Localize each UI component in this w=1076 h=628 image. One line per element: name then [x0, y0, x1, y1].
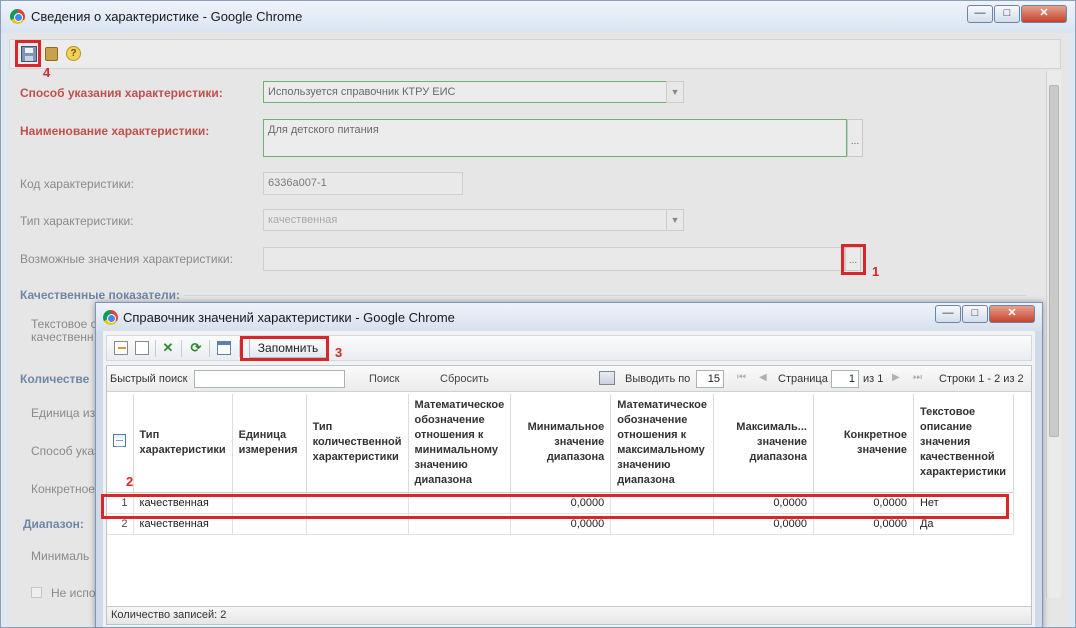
col-header-quantitative-type[interactable]: Тип количественной характеристики [306, 394, 409, 493]
main-vertical-scrollbar[interactable] [1046, 71, 1061, 598]
qualitative-section-divider [184, 295, 1026, 296]
col-header-min-value[interactable]: Минимальное значение диапазона [510, 394, 612, 493]
maximize-button[interactable]: □ [994, 5, 1020, 23]
main-titlebar: Сведения о характеристике - Google Chrom… [1, 1, 1075, 33]
main-window-title: Сведения о характеристике - Google Chrom… [31, 9, 303, 24]
page-input[interactable]: 1 [831, 370, 859, 388]
code-field[interactable]: 6336a007-1 [263, 172, 463, 195]
close-button[interactable]: ✕ [1021, 5, 1067, 23]
unit-label: Единица из [31, 406, 96, 420]
text-desc-label-1: Текстовое о [31, 317, 98, 331]
name-ellipsis-button[interactable]: ... [847, 119, 863, 157]
main-scroll-thumb[interactable] [1049, 85, 1059, 437]
last-page-icon[interactable]: ⏭ [913, 372, 922, 383]
help-icon[interactable]: ? [66, 46, 81, 61]
dialog-maximize-button[interactable]: □ [962, 305, 988, 323]
dialog-window: Справочник значений характеристики - Goo… [95, 302, 1043, 628]
minimize-button[interactable]: — [967, 5, 993, 23]
quick-search-input[interactable] [194, 370, 345, 388]
search-bar: Быстрый поиск Поиск Сбросить Выводить по… [107, 366, 1031, 392]
annotation-number-3: 3 [335, 345, 343, 360]
dialog-title: Справочник значений характеристики - Goo… [123, 310, 455, 325]
reset-button[interactable]: Сбросить [440, 373, 489, 385]
min-label: Минималь [31, 549, 90, 563]
rows-info: Строки 1 - 2 из 2 [939, 373, 1024, 385]
col-header-max-value[interactable]: Максималь... значение диапазона [713, 394, 814, 493]
annotation-box-ellipsis [841, 244, 866, 275]
text-desc-label-2: качественн [31, 330, 94, 344]
search-button[interactable]: Поиск [369, 373, 399, 385]
qualitative-section-title: Качественные показатели: [20, 288, 180, 302]
annotation-box-row-1 [101, 494, 1009, 519]
possible-values-label: Возможные значения характеристики: [20, 252, 233, 266]
page-label: Страница [778, 373, 828, 385]
annotation-number-4: 4 [43, 65, 51, 80]
dialog-body: ✕ ⟳ Запомнить 3 Быстрый поиск Поиск Сбро… [101, 331, 1035, 627]
export-icon[interactable] [599, 371, 615, 385]
chrome-logo-icon [10, 9, 25, 24]
main-toolbar: ? [9, 39, 1061, 69]
record-count: Количество записей: 2 [107, 606, 1031, 624]
toolbar-separator [209, 340, 210, 357]
name-label: Наименование характеристики: [20, 124, 210, 138]
range-section-title: Диапазон: [23, 517, 84, 531]
col-header-specific-value[interactable]: Конкретное значение [813, 394, 914, 493]
per-page-label: Выводить по [625, 373, 691, 385]
chrome-logo-icon [103, 310, 118, 325]
method-label: Способ указания характеристики: [20, 86, 223, 100]
col-header-text-description[interactable]: Текстовое описание значения качественной… [913, 394, 1014, 493]
quantitative-section-title: Количестве [20, 372, 90, 386]
method-short-label: Способ указ [31, 444, 100, 458]
quick-search-label: Быстрый поиск [110, 373, 188, 385]
annotation-number-1: 1 [872, 264, 880, 279]
refresh-icon[interactable]: ⟳ [189, 341, 203, 355]
annotation-number-2: 2 [126, 474, 134, 489]
col-header-type[interactable]: Тип характеристики [133, 394, 233, 493]
col-header-unit[interactable]: Единица измерения [232, 394, 307, 493]
edit-icon[interactable] [114, 341, 128, 355]
book-icon[interactable] [45, 47, 58, 61]
grid-settings-icon[interactable] [113, 433, 127, 447]
annotation-box-remember [240, 336, 329, 361]
new-document-icon[interactable] [135, 341, 149, 355]
delete-icon[interactable]: ✕ [161, 341, 175, 355]
toolbar-separator [181, 340, 182, 357]
code-label: Код характеристики: [20, 177, 134, 191]
type-label: Тип характеристики: [20, 214, 134, 228]
dialog-titlebar: Справочник значений характеристики - Goo… [96, 303, 1042, 331]
next-page-icon[interactable]: ▶ [892, 372, 900, 383]
possible-values-field[interactable] [263, 247, 845, 271]
toolbar-separator [155, 340, 156, 357]
method-select[interactable]: Используется справочник КТРУ ЕИС [263, 81, 667, 103]
dialog-minimize-button[interactable]: — [935, 305, 961, 323]
per-page-input[interactable]: 15 [696, 370, 724, 388]
prev-page-icon[interactable]: ◀ [759, 372, 767, 383]
page-total: из 1 [863, 373, 884, 385]
name-textarea[interactable]: Для детского питания [263, 119, 847, 157]
col-header-min-relation[interactable]: Математическое обозначение отношения к м… [408, 394, 512, 493]
columns-icon[interactable] [217, 341, 231, 355]
method-dropdown-arrow[interactable]: ▼ [666, 81, 684, 103]
col-header-max-relation[interactable]: Математическое обозначение отношения к м… [610, 394, 714, 493]
dialog-close-button[interactable]: ✕ [989, 305, 1035, 323]
specific-label: Конкретное [31, 482, 95, 496]
annotation-box-save [15, 40, 41, 67]
first-page-icon[interactable]: ⏮ [737, 372, 746, 383]
type-select[interactable]: качественная [263, 209, 667, 231]
not-used-checkbox[interactable] [31, 587, 42, 598]
type-dropdown-arrow[interactable]: ▼ [666, 209, 684, 231]
